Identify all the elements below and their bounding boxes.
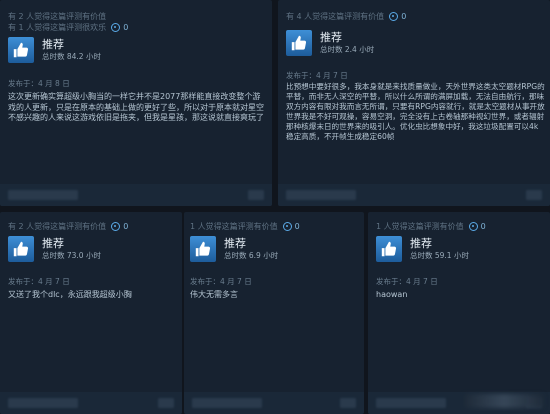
review-verdict: 推荐: [42, 237, 64, 250]
review-footer: [0, 392, 182, 414]
review-text: 伟大无需多言: [190, 290, 238, 299]
award-button[interactable]: 0: [282, 222, 300, 231]
award-button[interactable]: 0: [111, 222, 128, 231]
review-card-0: 有 2 人觉得这篇评测有价值 有 1 人觉得这篇评测很欢乐 0 推荐 总时数 8…: [0, 0, 272, 206]
award-icon: [389, 12, 399, 21]
review-text: haowan: [376, 290, 408, 299]
review-card-3: 1 人觉得这篇评测有价值 0 推荐 总时数 6.9 小时 发布于：4 月 7 日…: [184, 212, 364, 414]
award-button[interactable]: 0: [468, 222, 486, 231]
posted-date: 发布于：4 月 7 日: [190, 277, 252, 286]
helpful-count: 1 人觉得这篇评测有价值: [190, 222, 278, 231]
posted-date: 发布于：4 月 7 日: [286, 71, 348, 80]
helpful-count: 有 2 人觉得这篇评测有价值: [8, 12, 107, 21]
review-verdict: 推荐: [410, 237, 432, 250]
award-icon: [282, 222, 292, 231]
award-icon: [111, 222, 121, 231]
review-text: 这次更新确实算超级小胸当的一样它并不是2077那样能直接改变整个游戏的人更新，只…: [8, 92, 264, 122]
helpful-count: 有 4 人觉得这篇评测有价值: [286, 12, 385, 21]
review-text: 又送了我个dlc，永远跟我超级小胸: [8, 290, 132, 299]
review-verdict: 推荐: [42, 38, 64, 51]
review-verdict: 推荐: [320, 31, 342, 44]
helpful-count: 1 人觉得这篇评测有价值: [376, 222, 464, 231]
playtime: 总时数 84.2 小时: [42, 52, 101, 61]
playtime: 总时数 6.9 小时: [224, 251, 279, 260]
playtime: 总时数 73.0 小时: [42, 251, 101, 260]
review-verdict: 推荐: [224, 237, 246, 250]
playtime: 总时数 2.4 小时: [320, 45, 375, 54]
funny-count: 有 1 人觉得这篇评测很欢乐: [8, 23, 107, 32]
review-text: 比预想中要好很多，我本身就是来找质量做业，天外世界这类太空题材RPG的平替，而非…: [286, 82, 545, 141]
review-card-4: 1 人觉得这篇评测有价值 0 推荐 总时数 59.1 小时 发布于：4 月 7 …: [368, 212, 550, 414]
thumbs-up-icon: [286, 30, 312, 56]
award-count: 0: [401, 12, 407, 21]
posted-date: 发布于：4 月 7 日: [8, 277, 70, 286]
posted-date: 发布于：4 月 7 日: [376, 277, 438, 286]
review-footer: [278, 184, 550, 206]
award-count: 0: [480, 222, 486, 231]
watermark: [464, 394, 544, 408]
playtime: 总时数 59.1 小时: [410, 251, 469, 260]
review-footer: [184, 392, 364, 414]
review-card-2: 有 2 人觉得这篇评测有价值 0 推荐 总时数 73.0 小时 发布于：4 月 …: [0, 212, 182, 414]
award-button[interactable]: 0: [389, 12, 406, 21]
award-button[interactable]: 0: [111, 23, 128, 32]
award-count: 0: [294, 222, 300, 231]
thumbs-up-icon: [376, 236, 402, 262]
thumbs-up-icon: [190, 236, 216, 262]
award-count: 0: [123, 23, 129, 32]
thumbs-up-icon: [8, 37, 34, 63]
helpful-count: 有 2 人觉得这篇评测有价值: [8, 222, 107, 231]
award-icon: [111, 23, 121, 32]
review-footer: [0, 184, 272, 206]
posted-date: 发布于：4 月 8 日: [8, 79, 70, 88]
thumbs-up-icon: [8, 236, 34, 262]
award-icon: [468, 222, 478, 231]
review-card-1: 有 4 人觉得这篇评测有价值 0 推荐 总时数 2.4 小时 发布于：4 月 7…: [278, 0, 550, 206]
award-count: 0: [123, 222, 129, 231]
